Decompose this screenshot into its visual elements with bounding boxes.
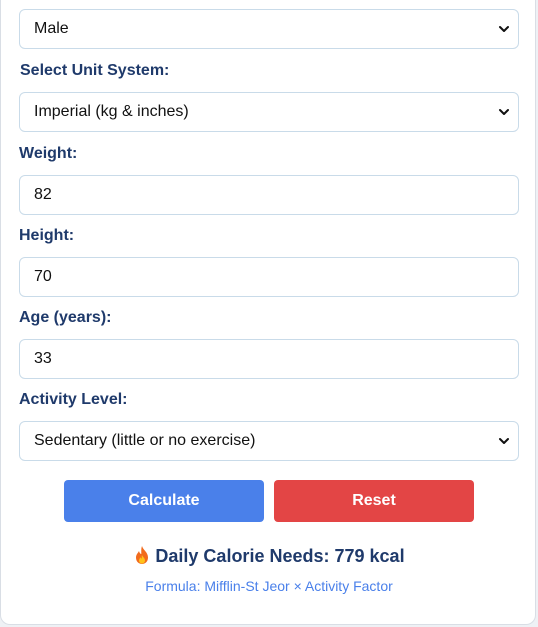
height-input-value: 70 xyxy=(34,268,52,285)
age-input-value: 33 xyxy=(34,350,52,367)
chevron-down-icon xyxy=(499,438,509,444)
chevron-down-icon xyxy=(499,26,509,32)
weight-label: Weight: xyxy=(19,145,78,162)
activity-level-label: Activity Level: xyxy=(19,391,128,408)
gender-select-value: Male xyxy=(34,20,69,37)
chevron-down-icon xyxy=(499,109,509,115)
unit-system-label: Select Unit System: xyxy=(20,62,170,79)
result-value: 779 kcal xyxy=(334,546,405,566)
calculate-button[interactable]: Calculate xyxy=(64,480,264,522)
formula-note: Formula: Mifflin-St Jeor × Activity Fact… xyxy=(145,578,393,594)
weight-input[interactable]: 82 xyxy=(19,175,519,215)
activity-level-select[interactable]: Sedentary (little or no exercise) xyxy=(19,421,519,461)
age-label: Age (years): xyxy=(19,309,112,326)
height-input[interactable]: 70 xyxy=(19,257,519,297)
reset-button[interactable]: Reset xyxy=(274,480,474,522)
unit-system-select[interactable]: Imperial (kg & inches) xyxy=(19,92,519,132)
calorie-calculator-card: Male Select Unit System: Imperial (kg & … xyxy=(0,0,536,625)
activity-level-select-value: Sedentary (little or no exercise) xyxy=(34,432,256,449)
gender-select[interactable]: Male xyxy=(19,9,519,49)
fire-icon xyxy=(136,546,149,564)
unit-system-select-value: Imperial (kg & inches) xyxy=(34,103,189,120)
height-label: Height: xyxy=(19,227,75,244)
weight-input-value: 82 xyxy=(34,186,52,203)
result-label: Daily Calorie Needs: xyxy=(155,546,330,566)
age-input[interactable]: 33 xyxy=(19,339,519,379)
daily-calorie-result: Daily Calorie Needs: 779 kcal xyxy=(1,544,537,568)
